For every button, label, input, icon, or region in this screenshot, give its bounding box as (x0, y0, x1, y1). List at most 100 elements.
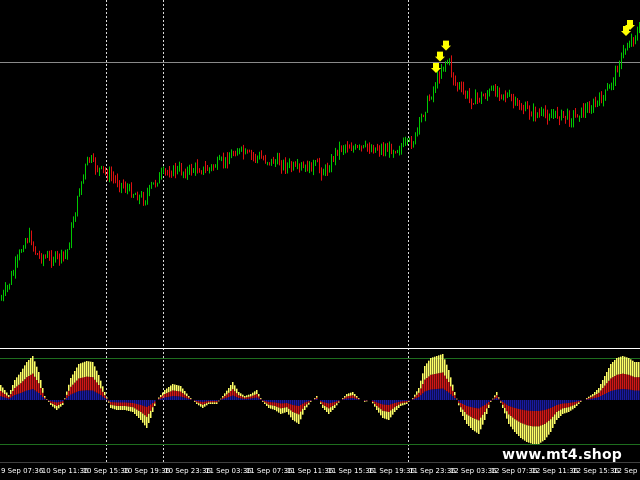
histogram-bar (454, 392, 456, 400)
histogram-bar (528, 400, 530, 443)
histogram-bar (8, 395, 10, 400)
histogram-bar (380, 400, 382, 416)
histogram-bar (234, 385, 236, 400)
histogram-bar (438, 355, 440, 400)
histogram-bar (226, 390, 228, 400)
histogram-bar (176, 385, 178, 400)
histogram-bar (218, 400, 220, 402)
histogram-bar (484, 400, 486, 420)
histogram-bar (590, 395, 592, 400)
histogram-bar (596, 390, 598, 400)
histogram-bar (558, 400, 560, 418)
histogram-bar (534, 400, 536, 444)
histogram-bar (78, 364, 80, 400)
histogram-bar (602, 380, 604, 400)
histogram-bar (290, 400, 292, 418)
histogram-bar (316, 396, 318, 400)
histogram-bar (606, 372, 608, 400)
histogram-bar (82, 362, 84, 400)
histogram-bar (68, 384, 70, 400)
histogram-bar (264, 400, 266, 404)
histogram-bar (98, 375, 100, 400)
histogram-bar (604, 376, 606, 400)
histogram-bar (600, 384, 602, 400)
histogram-bar (66, 391, 68, 400)
histogram-bar (168, 387, 170, 400)
histogram-bar (298, 400, 300, 424)
histogram-bar (374, 400, 376, 407)
histogram-bar (214, 400, 216, 404)
histogram-bar (638, 362, 640, 400)
histogram-bar (170, 385, 172, 400)
histogram-bar (148, 400, 150, 423)
histogram-bar (598, 388, 600, 400)
histogram-bar (468, 400, 470, 426)
histogram-bar (328, 400, 330, 414)
histogram-bar (130, 400, 132, 412)
histogram-bar (552, 400, 554, 428)
histogram-bar (400, 400, 402, 406)
histogram-bar (242, 394, 244, 400)
histogram-bar (554, 400, 556, 424)
histogram-bar (474, 400, 476, 432)
histogram-bar (310, 400, 312, 402)
histogram-bar (366, 400, 368, 402)
histogram-bar (184, 391, 186, 400)
histogram-bar (224, 393, 226, 400)
histogram-bar (518, 400, 520, 436)
histogram-bar (418, 388, 420, 400)
histogram-bar (146, 400, 148, 428)
histogram-bar (166, 388, 168, 400)
histogram-bar (32, 356, 34, 400)
histogram-bar (550, 400, 552, 432)
histogram-bar (464, 400, 466, 420)
histogram-bar (580, 400, 582, 402)
histogram-bar (276, 400, 278, 412)
histogram-bar (532, 400, 534, 444)
histogram-bar (36, 366, 38, 400)
histogram-bar (320, 400, 322, 404)
histogram-bar (500, 400, 502, 403)
histogram-bar (344, 396, 346, 400)
histogram-bar (612, 362, 614, 400)
histogram-bar (108, 400, 110, 403)
histogram-bar (610, 364, 612, 400)
histogram-bar (502, 400, 504, 408)
histogram-bar (254, 391, 256, 400)
histogram-bar (288, 400, 290, 415)
histogram-bar (142, 400, 144, 423)
histogram-bar (284, 400, 286, 413)
histogram-bar (200, 400, 202, 407)
histogram-bar (372, 400, 374, 404)
histogram-bar (440, 354, 442, 400)
histogram-bar (74, 371, 76, 400)
histogram-bar (48, 400, 50, 402)
histogram-bar (616, 358, 618, 400)
histogram-bar (574, 400, 576, 408)
histogram-bar (196, 400, 198, 404)
histogram-bar (60, 400, 62, 407)
histogram-bar (6, 392, 8, 400)
histogram-bar (250, 394, 252, 400)
histogram-bar (322, 400, 324, 408)
histogram-bar (524, 400, 526, 441)
histogram-bar (62, 400, 64, 405)
histogram-bar (408, 400, 410, 402)
histogram-bar (508, 400, 510, 424)
histogram-bar (364, 400, 366, 402)
histogram-bar (424, 366, 426, 400)
histogram-bar (10, 390, 12, 400)
histogram-bar (442, 354, 444, 400)
histogram-bar (150, 400, 152, 418)
histogram-bar (540, 400, 542, 443)
histogram-bar (434, 356, 436, 400)
histogram-bar (314, 398, 316, 400)
histogram-bar (28, 360, 30, 400)
watermark: www.mt4.shop (502, 447, 622, 463)
histogram-bar (476, 400, 478, 433)
histogram-bar (460, 400, 462, 412)
histogram-bar (506, 400, 508, 419)
histogram-bar (348, 393, 350, 400)
histogram-bar (326, 400, 328, 412)
histogram-bar (286, 400, 288, 412)
